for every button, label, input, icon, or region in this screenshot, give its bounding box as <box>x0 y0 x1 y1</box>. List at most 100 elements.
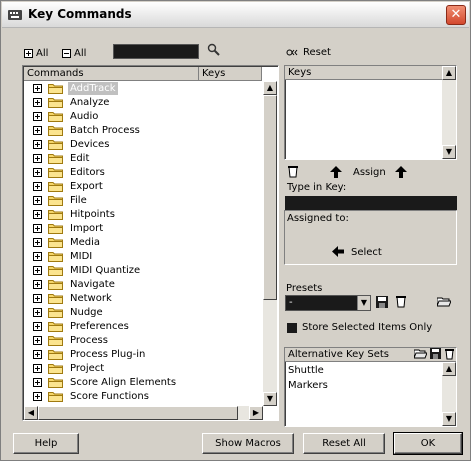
tree-row[interactable]: Edit <box>25 151 91 165</box>
expand-node-icon[interactable] <box>33 265 42 275</box>
search-input[interactable] <box>113 44 199 59</box>
tree-row[interactable]: Export <box>25 179 105 193</box>
reset-all-button[interactable]: Reset All <box>303 433 385 454</box>
expand-node-icon[interactable] <box>33 391 42 401</box>
expand-node-icon[interactable] <box>33 223 42 233</box>
expand-node-icon[interactable] <box>33 321 42 331</box>
tree-row[interactable]: Process Plug-in <box>25 347 147 361</box>
chevron-down-icon[interactable]: ▼ <box>357 296 370 310</box>
alt-delete-icon[interactable] <box>444 348 455 360</box>
tree-item-label: Import <box>70 222 104 234</box>
expand-all-button[interactable]: All <box>24 47 48 59</box>
title-bar[interactable]: Key Commands ✕ <box>2 2 469 28</box>
expand-node-icon[interactable] <box>33 83 42 93</box>
alt-key-sets-scrollbar[interactable]: ▲ ▼ <box>442 362 456 426</box>
reset-icon <box>286 49 298 56</box>
folder-icon <box>48 111 63 122</box>
reset-button[interactable]: Reset <box>286 47 331 58</box>
expand-node-icon[interactable] <box>33 363 42 373</box>
tree-row[interactable]: Media <box>25 235 102 249</box>
tree-row[interactable]: Navigate <box>25 277 117 291</box>
presets-dropdown[interactable]: - ▼ <box>285 295 371 311</box>
tree-row[interactable]: MIDI <box>25 249 94 263</box>
tree-row[interactable]: Nudge <box>25 305 105 319</box>
expand-node-icon[interactable] <box>33 195 42 205</box>
commands-vertical-scrollbar[interactable]: ▲ ▼ <box>263 81 277 406</box>
alt-save-icon[interactable] <box>430 348 441 359</box>
tree-row[interactable]: Score Functions <box>25 389 151 403</box>
delete-preset-icon[interactable] <box>395 295 407 308</box>
expand-node-icon[interactable] <box>33 139 42 149</box>
expand-node-icon[interactable] <box>33 237 42 247</box>
scroll-left-button[interactable]: ◀ <box>24 406 38 420</box>
ok-button[interactable]: OK <box>393 432 463 455</box>
keys-list-scrollbar[interactable]: ▲ ▼ <box>442 66 456 159</box>
expand-node-icon[interactable] <box>33 377 42 387</box>
store-selected-checkbox[interactable] <box>287 323 297 333</box>
tree-row[interactable]: Hitpoints <box>25 207 117 221</box>
alt-import-folder-icon[interactable] <box>414 349 427 359</box>
tree-item-label: Score Align Elements <box>70 376 177 388</box>
tree-row[interactable]: Import <box>25 221 105 235</box>
save-preset-icon[interactable] <box>376 296 388 308</box>
import-folder-icon[interactable] <box>437 296 451 307</box>
tree-row[interactable]: Devices <box>25 137 111 151</box>
tree-row[interactable]: Analyze <box>25 95 111 109</box>
close-button[interactable]: ✕ <box>446 5 466 25</box>
expand-node-icon[interactable] <box>33 97 42 107</box>
tree-row[interactable]: Preferences <box>25 319 131 333</box>
tree-row[interactable]: Process <box>25 333 110 347</box>
expand-node-icon[interactable] <box>33 125 42 135</box>
commands-tree: AddTrack Analyze Audio Batch Process Devices… <box>25 81 262 406</box>
tree-row[interactable]: Audio <box>25 109 100 123</box>
keys-scroll-down-button[interactable]: ▼ <box>442 145 456 159</box>
tree-row[interactable]: Project <box>25 361 106 375</box>
tree-item-label: Audio <box>70 110 99 122</box>
tree-row[interactable]: File <box>25 193 89 207</box>
assign-arrow-left-icon[interactable] <box>330 166 342 178</box>
expand-node-icon[interactable] <box>33 209 42 219</box>
assign-arrow-right-icon[interactable] <box>395 166 407 178</box>
scroll-right-button[interactable]: ▶ <box>249 406 263 420</box>
expand-node-icon[interactable] <box>33 307 42 317</box>
reset-label: Reset <box>303 47 331 58</box>
expand-node-icon[interactable] <box>33 335 42 345</box>
horizontal-scroll-thumb[interactable] <box>38 406 238 420</box>
alt-key-set-item[interactable]: Shuttle <box>288 365 324 376</box>
assign-label[interactable]: Assign <box>353 167 386 178</box>
tree-row[interactable]: MIDI Quantize <box>25 263 142 277</box>
expand-node-icon[interactable] <box>33 349 42 359</box>
scroll-up-button[interactable]: ▲ <box>263 81 277 95</box>
expand-node-icon[interactable] <box>33 181 42 191</box>
expand-node-icon[interactable] <box>33 167 42 177</box>
keys-scroll-up-button[interactable]: ▲ <box>442 66 456 80</box>
alt-key-set-item[interactable]: Markers <box>288 380 328 391</box>
keys-column-header[interactable]: Keys <box>199 67 262 81</box>
select-label[interactable]: Select <box>351 247 382 258</box>
store-selected-label[interactable]: Store Selected Items Only <box>302 322 432 333</box>
expand-node-icon[interactable] <box>33 279 42 289</box>
tree-row[interactable]: Network <box>25 291 114 305</box>
show-macros-button[interactable]: Show Macros <box>202 433 294 454</box>
search-icon[interactable] <box>207 43 221 57</box>
expand-node-icon[interactable] <box>33 251 42 261</box>
collapse-all-button[interactable]: All <box>62 47 86 59</box>
scroll-thumb[interactable] <box>263 95 277 300</box>
folder-icon <box>48 349 63 360</box>
commands-horizontal-scrollbar[interactable]: ◀ ▶ <box>24 406 263 420</box>
alt-scroll-up-button[interactable]: ▲ <box>442 362 456 376</box>
alt-scroll-down-button[interactable]: ▼ <box>442 412 456 426</box>
expand-node-icon[interactable] <box>33 153 42 163</box>
tree-row[interactable]: Editors <box>25 165 107 179</box>
type-in-key-input[interactable] <box>285 196 457 210</box>
delete-key-icon[interactable] <box>287 165 299 178</box>
tree-row[interactable]: AddTrack <box>25 81 118 95</box>
select-arrow-icon[interactable] <box>332 246 344 257</box>
commands-column-header[interactable]: Commands <box>24 67 199 81</box>
tree-row[interactable]: Score Align Elements <box>25 375 178 389</box>
expand-node-icon[interactable] <box>33 111 42 121</box>
help-button[interactable]: Help <box>13 433 79 454</box>
expand-node-icon[interactable] <box>33 293 42 303</box>
tree-row[interactable]: Batch Process <box>25 123 142 137</box>
scroll-down-button[interactable]: ▼ <box>263 392 277 406</box>
